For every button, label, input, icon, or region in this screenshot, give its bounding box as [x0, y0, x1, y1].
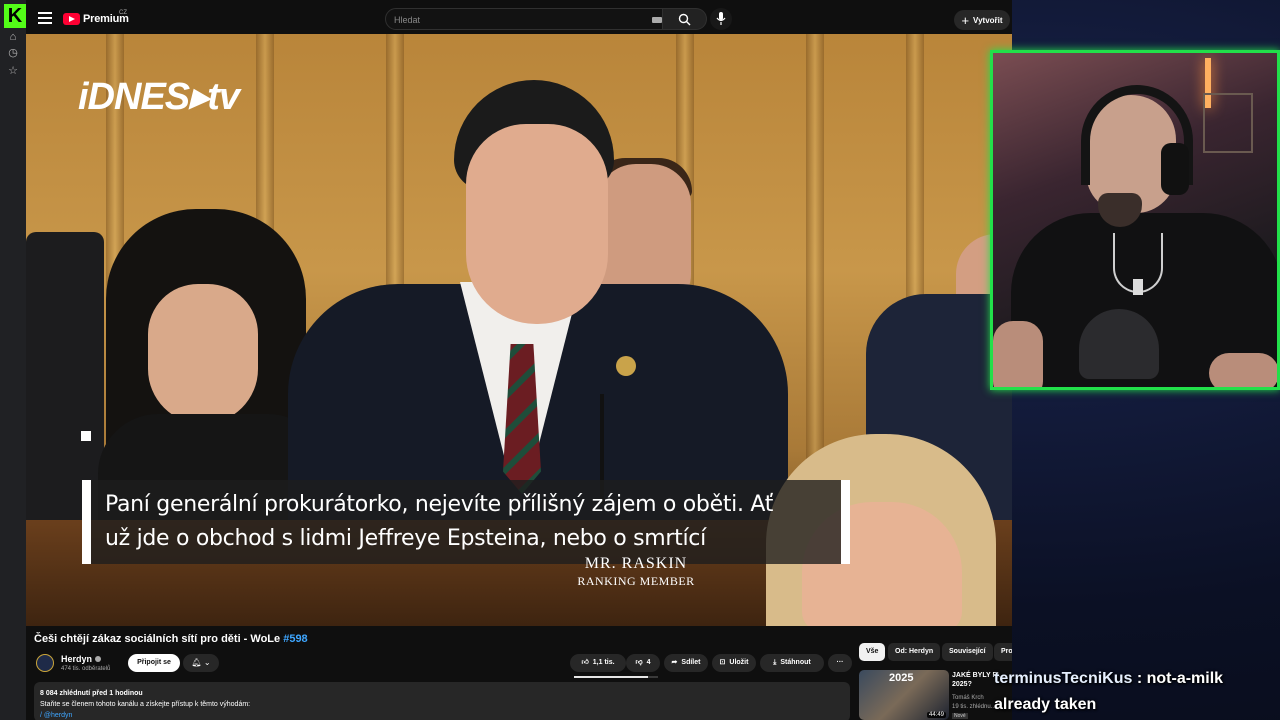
video-duration: 44:49: [926, 712, 946, 718]
streamer-arm: [1209, 353, 1277, 387]
idnes-tv-watermark: iDNES▸tv: [78, 76, 240, 118]
view-stats: 8 084 zhlédnutí před 1 hodinou: [40, 690, 143, 697]
youtube-topbar: Premium CZ + Vytvořit: [26, 4, 1012, 34]
search-button[interactable]: [663, 8, 707, 30]
channel-name[interactable]: Herdyn: [61, 654, 102, 664]
download-button[interactable]: ⤓ Stáhnout: [760, 654, 824, 672]
subtitle-line-1: Paní generální prokurátorko, nejevíte př…: [105, 492, 774, 517]
microphone-icon: [716, 12, 726, 25]
bookmark-icon: ⊡: [719, 659, 726, 666]
download-label: Stáhnout: [780, 659, 811, 666]
save-label: Uložit: [729, 659, 749, 666]
cross-pendant: [1133, 279, 1143, 295]
channel-name-text: Herdyn: [61, 654, 93, 664]
caption-marker: [81, 431, 91, 441]
browser-side-strip: K ⌂ ◷ ☆: [0, 0, 26, 720]
name-plate-role: RANKING MEMBER: [577, 574, 695, 588]
name-plate-name: MR. RASKIN: [584, 555, 688, 572]
menu-icon[interactable]: [38, 12, 52, 24]
lapel-pin: [616, 356, 636, 376]
new-badge: Nové: [952, 713, 968, 719]
keyboard-icon[interactable]: [652, 17, 662, 23]
chat-separator: :: [1132, 670, 1147, 687]
stream-canvas: K ⌂ ◷ ☆ Premium CZ + Vytvořit: [0, 0, 1280, 720]
subscriber-count: 474 tis. odběratelů: [61, 666, 111, 672]
bell-icon: 🔔︎ ⌄: [191, 658, 211, 667]
dislike-count: 4: [646, 659, 651, 666]
description-text: Staňte se členem tohoto kanálu a získejt…: [40, 701, 251, 708]
history-icon[interactable]: ◷: [6, 46, 20, 60]
chat-message: terminusTecniKus : not-a-milk already ta…: [994, 666, 1274, 718]
plus-icon: +: [961, 12, 970, 28]
kick-logo[interactable]: K: [4, 4, 26, 28]
region-code: CZ: [119, 10, 127, 16]
thumbnail-year: 2025: [889, 672, 914, 684]
download-icon: ⤓: [773, 659, 777, 666]
chip-related[interactable]: Související: [942, 643, 993, 661]
subtitle-line-2: už jde o obchod s lidmi Jeffreye Epstein…: [105, 526, 706, 551]
save-button[interactable]: ⊡ Uložit: [712, 654, 756, 672]
channel-avatar[interactable]: [36, 654, 54, 672]
more-actions-button[interactable]: ···: [828, 654, 852, 672]
home-icon[interactable]: ⌂: [6, 30, 20, 44]
chip-from-channel[interactable]: Od: Herdyn: [888, 643, 941, 661]
search-box: [385, 8, 663, 30]
star-icon[interactable]: ☆: [6, 64, 20, 78]
subtitle-text: Paní generální prokurátorko, nejevíte př…: [105, 488, 827, 556]
subtitle-box: Paní generální prokurátorko, nejevíte př…: [82, 480, 850, 564]
chip-for-you[interactable]: Pro: [994, 643, 1012, 661]
share-icon: ➦: [671, 659, 678, 666]
like-count: 1,1 tis.: [592, 659, 615, 666]
voice-search-button[interactable]: [710, 8, 732, 30]
background-shelf: [1203, 93, 1253, 153]
description-box[interactable]: 8 084 zhlédnutí před 1 hodinou Staňte se…: [34, 682, 850, 720]
join-button[interactable]: Připojit se: [128, 654, 180, 672]
thumbs-up-icon: 👍︎: [581, 659, 589, 666]
streamer-microphone: [1079, 309, 1159, 379]
verified-icon: [95, 656, 102, 662]
share-label: Sdílet: [681, 659, 701, 666]
hashtag-link[interactable]: #598: [283, 633, 307, 645]
share-button[interactable]: ➦ Sdílet: [664, 654, 708, 672]
more-icon: ···: [836, 659, 844, 666]
create-label: Vytvořit: [973, 15, 1003, 25]
curtain-fold: [806, 34, 824, 504]
speaker-face: [466, 124, 608, 324]
description-link[interactable]: / @herdyn: [40, 710, 844, 720]
thumbs-down-icon: 👎︎: [635, 659, 643, 666]
like-ratio-fill: [574, 676, 648, 678]
chip-all[interactable]: Vše: [859, 643, 886, 661]
video-title-text: Češi chtějí zákaz sociálních sítí pro dě…: [34, 633, 284, 645]
youtube-window: Premium CZ + Vytvořit: [26, 0, 1012, 720]
headphone-earcup: [1161, 143, 1189, 195]
recommended-meta: 19 tis. zhlédnu...: [952, 704, 996, 710]
youtube-play-icon: [63, 13, 80, 25]
left-woman-face: [148, 284, 258, 424]
like-button[interactable]: 👍︎ 1,1 tis.: [570, 654, 626, 672]
webcam-overlay: [990, 50, 1280, 390]
chat-username: terminusTecniKus: [994, 670, 1133, 687]
search-input[interactable]: [394, 13, 634, 27]
recommended-video-thumbnail[interactable]: 2025 44:49: [859, 670, 949, 720]
video-player[interactable]: iDNES▸tv Paní generální prokurátorko, ne…: [26, 34, 1012, 626]
create-button[interactable]: + Vytvořit: [954, 10, 1010, 30]
name-plate: MR. RASKIN RANKING MEMBER: [536, 554, 736, 596]
video-title: Češi chtějí zákaz sociálních sítí pro dě…: [34, 633, 308, 645]
like-ratio-bar: [574, 676, 658, 678]
dislike-button[interactable]: 👎︎ 4: [626, 654, 660, 672]
recommended-channel: Tomáš Krch: [952, 695, 984, 701]
search-icon: [678, 13, 691, 26]
notification-bell-button[interactable]: 🔔︎ ⌄: [183, 654, 219, 672]
streamer-arm: [993, 321, 1043, 387]
